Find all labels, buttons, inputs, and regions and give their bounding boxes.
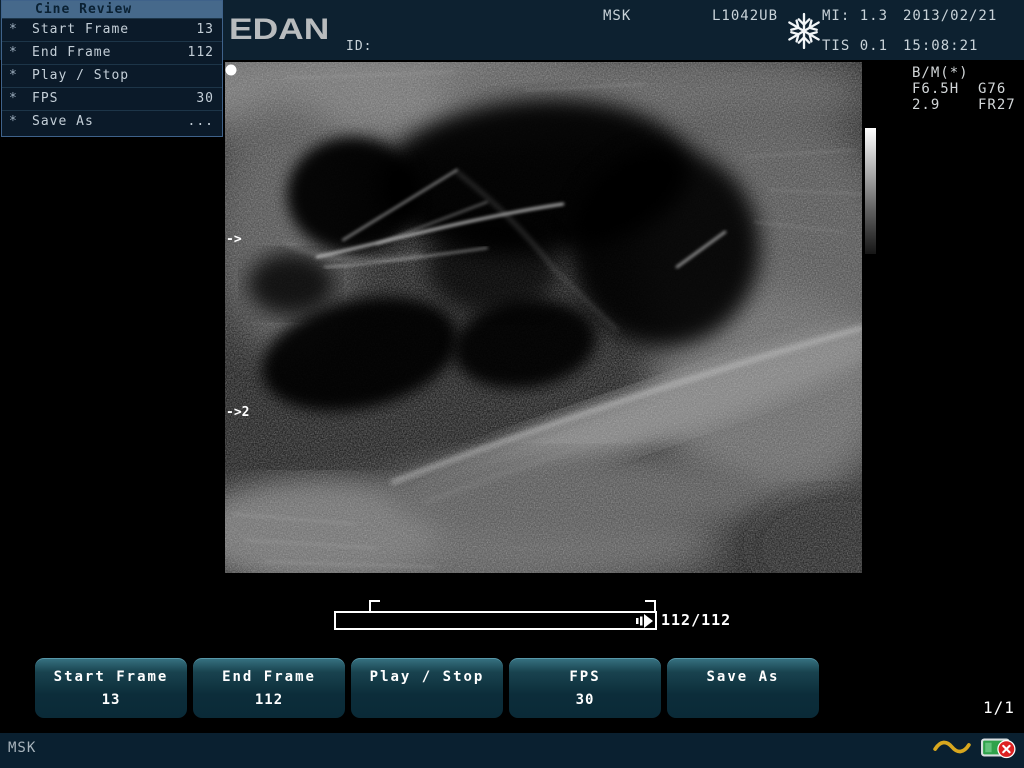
softkey-label: FPS — [509, 669, 661, 685]
softkey-play-stop[interactable]: Play / Stop — [351, 658, 503, 718]
bottom-status-bar: MSK — [0, 733, 1024, 768]
signal-wave-icon — [933, 738, 971, 756]
mi-value: MI: 1.3 — [822, 8, 888, 24]
menu-item-save-as[interactable]: * Save As ... — [2, 110, 222, 133]
menu-bullet-icon: * — [9, 65, 18, 87]
softkey-fps[interactable]: FPS 30 — [509, 658, 661, 718]
menu-title: Cine Review — [2, 1, 222, 18]
image-marker-dot — [226, 65, 237, 76]
softkey-value: 112 — [193, 692, 345, 708]
menu-item-value: 112 — [188, 42, 214, 64]
menu-item-value: 30 — [196, 88, 214, 110]
status-exam-type: MSK — [8, 740, 36, 756]
menu-item-start-frame[interactable]: * Start Frame 13 — [2, 18, 222, 41]
menu-bullet-icon: * — [9, 42, 18, 64]
menu-bullet-icon: * — [9, 88, 18, 110]
softkey-page-indicator: 1/1 — [983, 698, 1015, 717]
menu-item-value: ... — [188, 111, 214, 133]
cine-review-menu: Cine Review * Start Frame 13 * End Frame… — [1, 0, 223, 137]
battery-status-icon — [981, 735, 1017, 761]
softkey-label: End Frame — [193, 669, 345, 685]
freeze-snowflake-icon — [786, 10, 822, 52]
menu-item-label: Save As — [32, 111, 94, 133]
menu-bullet-icon: * — [9, 111, 18, 133]
ultrasound-image: -> ->2 — [225, 62, 862, 573]
cine-playhead-icon[interactable] — [636, 613, 654, 627]
menu-item-label: Play / Stop — [32, 65, 129, 87]
edan-logo: EDAN — [229, 13, 329, 47]
softkey-start-frame[interactable]: Start Frame 13 — [35, 658, 187, 718]
annotation-arrow-2: ->2 — [226, 405, 249, 420]
softkey-end-frame[interactable]: End Frame 112 — [193, 658, 345, 718]
softkey-value: 30 — [509, 692, 661, 708]
menu-item-label: FPS — [32, 88, 58, 110]
tis-value: TIS 0.1 — [822, 38, 888, 54]
depth-label: 2.9 — [912, 97, 940, 113]
annotation-arrow-1: -> — [226, 232, 242, 247]
menu-item-fps[interactable]: * FPS 30 — [2, 87, 222, 110]
image-mode-label: B/M(*) — [912, 65, 969, 81]
softkey-label: Play / Stop — [351, 669, 503, 685]
grayscale-map-bar — [865, 128, 876, 254]
exam-time: 15:08:21 — [903, 38, 978, 54]
exam-date: 2013/02/21 — [903, 8, 997, 24]
softkey-label: Save As — [667, 669, 819, 685]
menu-item-play-stop[interactable]: * Play / Stop — [2, 64, 222, 87]
menu-item-value: 13 — [196, 19, 214, 41]
probe-model-label: L1042UB — [712, 8, 778, 24]
exam-type-label: MSK — [603, 8, 631, 24]
softkey-save-as[interactable]: Save As — [667, 658, 819, 718]
frame-rate-label: FR27 — [978, 97, 1016, 113]
gain-label: G76 — [978, 81, 1006, 97]
menu-bullet-icon: * — [9, 19, 18, 41]
softkey-value: 13 — [35, 692, 187, 708]
probe-frequency-label: F6.5H — [912, 81, 959, 97]
menu-item-label: Start Frame — [32, 19, 129, 41]
menu-item-label: End Frame — [32, 42, 111, 64]
cine-progress-track[interactable] — [334, 611, 657, 630]
menu-item-end-frame[interactable]: * End Frame 112 — [2, 41, 222, 64]
patient-id-label: ID: — [346, 39, 372, 54]
softkey-label: Start Frame — [35, 669, 187, 685]
frame-counter: 112/112 — [661, 611, 731, 629]
ultrasound-screen: EDAN ID: MSK L1042UB MI: 1.3 2013/02/21 … — [0, 0, 1024, 768]
